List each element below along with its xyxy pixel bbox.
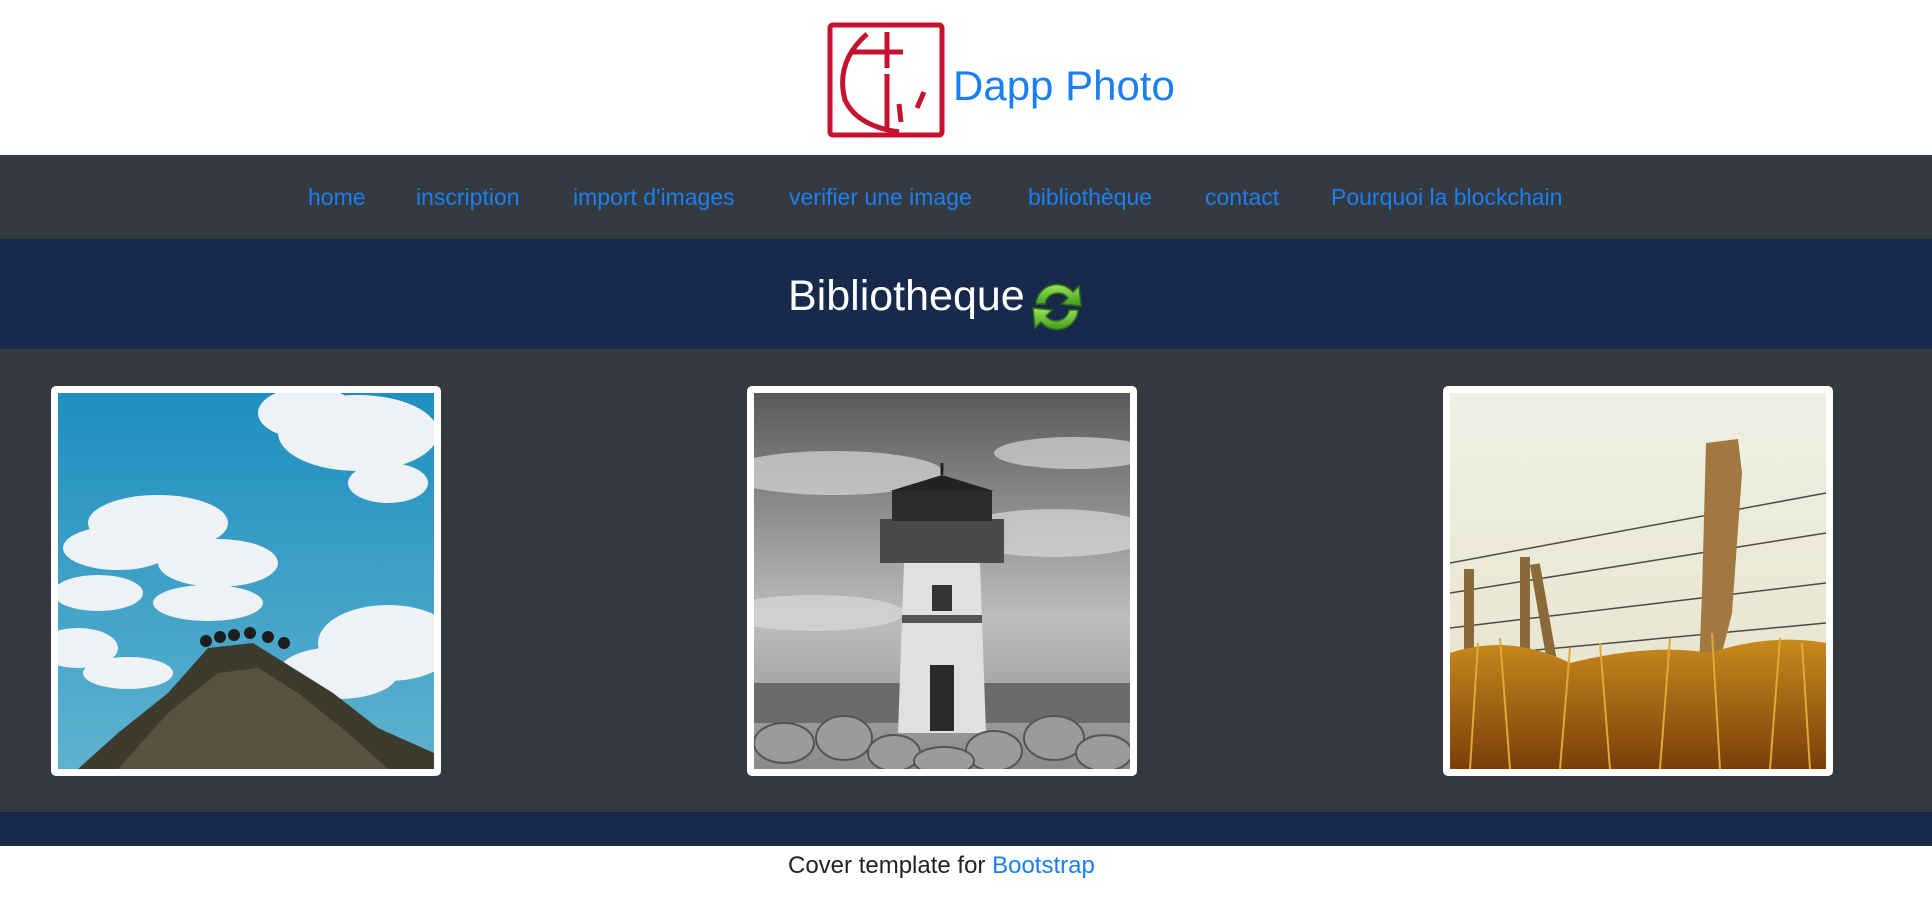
bottom-band [0, 812, 1932, 846]
nav-link-why-blockchain[interactable]: Pourquoi la blockchain [1331, 183, 1562, 211]
fence-post-photo-icon [1450, 393, 1826, 769]
nav-list: home inscription import d'images verifie… [0, 155, 1932, 239]
gallery-image-3[interactable] [1443, 386, 1833, 776]
brand-link[interactable]: Dapp Photo [953, 60, 1175, 112]
refresh-icon[interactable] [1026, 276, 1088, 338]
footer-bootstrap-link[interactable]: Bootstrap [992, 852, 1095, 879]
mountain-sky-photo-icon [58, 393, 434, 769]
nav-link-inscription[interactable]: inscription [416, 183, 520, 211]
footer-text: Cover template for [788, 852, 986, 879]
camera-signature-logo-icon[interactable] [827, 22, 945, 138]
footer-text-line: Cover template for Bootstrap [788, 852, 1095, 880]
nav-link-contact[interactable]: contact [1205, 183, 1279, 211]
nav-link-library[interactable]: bibliothèque [1028, 183, 1152, 211]
gallery-image-2[interactable] [747, 386, 1137, 776]
site-header: Dapp Photo [0, 0, 1932, 155]
page-title: Bibliotheque [788, 272, 1025, 320]
nav-link-home[interactable]: home [308, 183, 366, 211]
lighthouse-photo-icon [754, 393, 1130, 769]
main-navigation: home inscription import d'images verifie… [0, 155, 1932, 239]
nav-link-verify-image[interactable]: verifier une image [789, 183, 972, 211]
gallery-image-1[interactable] [51, 386, 441, 776]
nav-link-import-images[interactable]: import d'images [573, 183, 735, 211]
